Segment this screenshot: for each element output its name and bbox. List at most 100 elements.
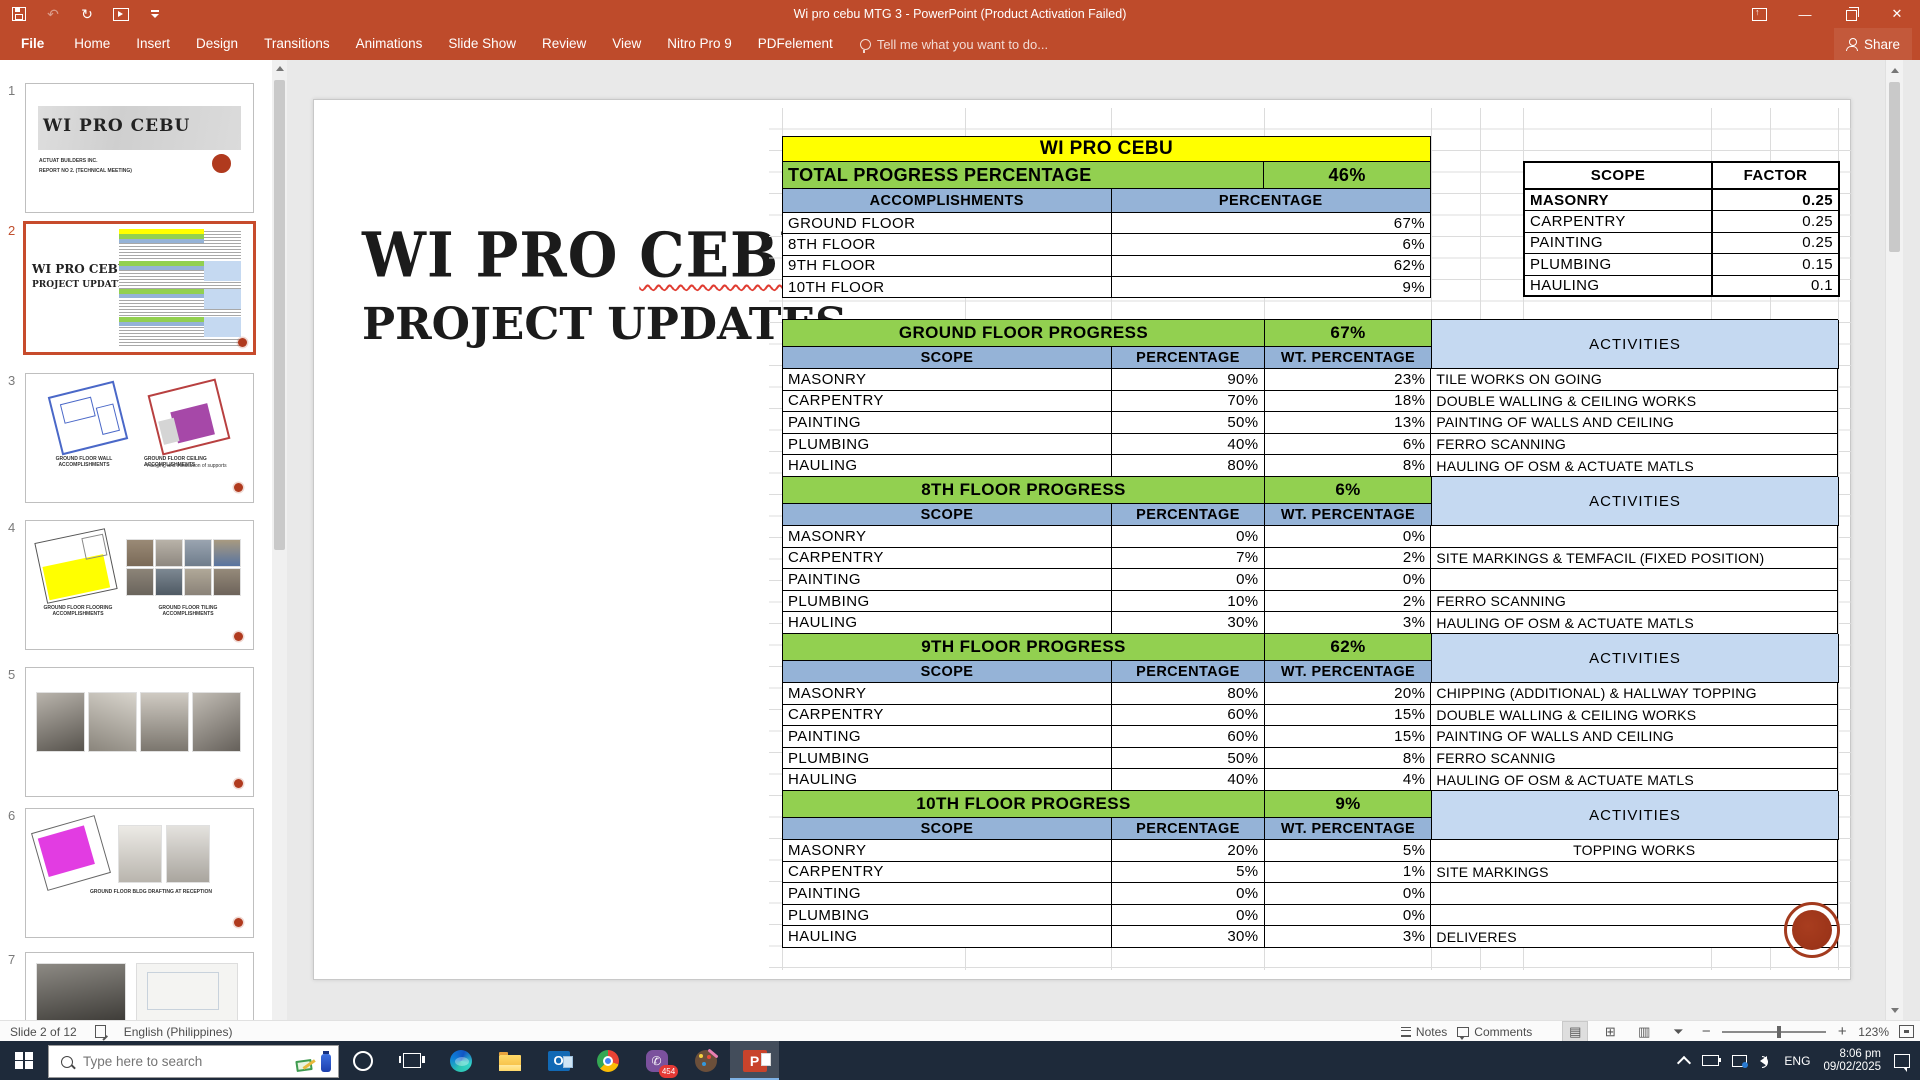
slideshow-view-button[interactable]: ⏷ — [1666, 1022, 1690, 1041]
thumbnail-slide-6[interactable]: GROUND FLOOR BLDG DRAFTING AT RECEPTION — [25, 808, 254, 938]
ribbon-display-options-icon[interactable] — [1736, 0, 1782, 28]
file-explorer-icon[interactable] — [485, 1041, 534, 1080]
tab-slide-show[interactable]: Slide Show — [435, 28, 529, 60]
floor-col-header: SCOPE — [783, 504, 1112, 526]
thumb3-caption1: GROUND FLOOR WALL ACCOMPLISHMENTS — [38, 456, 130, 468]
floor-plan-light — [136, 963, 238, 1020]
summary-col-header: PERCENTAGE — [1112, 189, 1432, 213]
scrollbar-thumb[interactable] — [274, 80, 285, 550]
stamp-icon — [234, 779, 243, 788]
minimize-icon[interactable]: — — [1782, 0, 1828, 28]
floor-col-header: WT. PERCENTAGE — [1265, 504, 1432, 526]
pct-cell: 0% — [1112, 905, 1265, 927]
floor-col-header: PERCENTAGE — [1112, 347, 1265, 369]
scroll-up-icon[interactable] — [272, 60, 287, 76]
thumbnail-slide-1[interactable]: WI PRO CEBU ACTUAT BUILDERS INC. REPORT … — [25, 83, 254, 213]
share-person-icon — [1846, 38, 1858, 50]
cortana-icon[interactable] — [338, 1041, 387, 1080]
normal-view-button[interactable]: ▤ — [1562, 1021, 1588, 1042]
floor-section-4[interactable]: 10TH FLOOR PROGRESS9%ACTIVITIESSCOPEPERC… — [782, 790, 1838, 948]
zoom-slider-thumb[interactable] — [1777, 1026, 1781, 1038]
tab-view[interactable]: View — [599, 28, 654, 60]
tab-pdfelement[interactable]: PDFelement — [745, 28, 846, 60]
floor-section-2[interactable]: 8TH FLOOR PROGRESS6%ACTIVITIESSCOPEPERCE… — [782, 476, 1838, 634]
factor-value-cell: 0.25 — [1713, 190, 1840, 211]
table-row: MASONRY80%20%CHIPPING (ADDITIONAL) & HAL… — [783, 683, 1838, 705]
tab-design[interactable]: Design — [183, 28, 251, 60]
wt-pct-cell: 2% — [1265, 548, 1432, 570]
stamp-icon — [234, 483, 243, 492]
tab-home[interactable]: Home — [61, 28, 123, 60]
tab-animations[interactable]: Animations — [343, 28, 436, 60]
table-row: 10TH FLOOR9% — [783, 277, 1431, 298]
task-view-icon[interactable] — [387, 1041, 436, 1080]
language-button[interactable]: English (Philippines) — [124, 1021, 233, 1042]
scroll-down-icon[interactable] — [1887, 1002, 1902, 1018]
zoom-slider[interactable] — [1722, 1031, 1826, 1033]
network-icon[interactable] — [1732, 1055, 1747, 1067]
chrome-icon[interactable] — [583, 1041, 632, 1080]
tab-transitions[interactable]: Transitions — [251, 28, 343, 60]
scrollbar-thumb[interactable] — [1889, 82, 1900, 252]
summary-table[interactable]: WI PRO CEBUTOTAL PROGRESS PERCENTAGE46%A… — [782, 136, 1431, 298]
paint-icon[interactable] — [681, 1041, 730, 1080]
taskbar-search[interactable] — [48, 1045, 339, 1078]
floor-section-1[interactable]: GROUND FLOOR PROGRESS67%ACTIVITIESSCOPEP… — [782, 319, 1838, 477]
activity-cell: FERRO SCANNING — [1431, 591, 1838, 613]
slide-thumbnail-panel: 1 WI PRO CEBU ACTUAT BUILDERS INC. REPOR… — [0, 60, 288, 1020]
thumbnail-slide-7[interactable] — [25, 952, 254, 1020]
slide-2-editing-area[interactable]: WI PRO CEBU PROJECT UPDATES WI PRO CEBUT… — [313, 99, 1851, 980]
clock[interactable]: 8:06 pm 09/02/2025 — [1823, 1048, 1881, 1074]
table-row: PLUMBING50%8%FERRO SCANNIG — [783, 748, 1838, 770]
reading-view-button[interactable]: ▥ — [1632, 1022, 1656, 1041]
floor-plan-ceiling — [148, 378, 231, 455]
floor-plan-blue — [48, 381, 128, 456]
slide-sorter-view-button[interactable]: ⊞ — [1598, 1022, 1622, 1041]
pct-cell: 0% — [1112, 883, 1265, 905]
thumb2-title2: PROJECT UPDATES — [32, 280, 131, 290]
thumbnail-scrollbar[interactable] — [272, 60, 287, 1020]
battery-icon[interactable] — [1702, 1055, 1719, 1066]
thumbnail-slide-2-selected[interactable]: WI PRO CEBU PROJECT UPDATES — [23, 221, 256, 355]
floor-section-3[interactable]: 9TH FLOOR PROGRESS62%ACTIVITIESSCOPEPERC… — [782, 633, 1838, 791]
thumbnail-slide-3[interactable]: GROUND FLOOR WALL ACCOMPLISHMENTS GROUND… — [25, 373, 254, 503]
scroll-up-icon[interactable] — [1887, 62, 1902, 78]
comments-button[interactable]: Comments — [1457, 1021, 1532, 1042]
notes-button[interactable]: Notes — [1401, 1021, 1447, 1042]
start-button[interactable] — [0, 1041, 48, 1080]
fit-slide-to-window-icon[interactable] — [1899, 1025, 1914, 1038]
slide-title-text[interactable]: WI PRO CEBU PROJECT UPDATES — [362, 218, 782, 356]
tab-review[interactable]: Review — [529, 28, 599, 60]
spellcheck-icon[interactable] — [95, 1021, 106, 1042]
outlook-icon[interactable]: O — [534, 1041, 583, 1080]
factor-table[interactable]: SCOPEFACTORMASONRY0.25CARPENTRY0.25PAINT… — [1523, 161, 1840, 297]
wt-pct-cell: 6% — [1265, 434, 1432, 456]
window-title: Wi pro cebu MTG 3 - PowerPoint (Product … — [0, 0, 1920, 28]
tab-file[interactable]: File — [4, 28, 61, 60]
thumbnail-slide-4[interactable]: GROUND FLOOR FLOORING ACCOMPLISHMENTS GR… — [25, 520, 254, 650]
slide-counter: Slide 2 of 12 — [10, 1021, 77, 1042]
close-icon[interactable]: ✕ — [1874, 0, 1920, 28]
tray-chevron-icon[interactable] — [1677, 1055, 1691, 1069]
edge-icon[interactable] — [436, 1041, 485, 1080]
zoom-in-button[interactable]: + — [1836, 1023, 1848, 1040]
zoom-level[interactable]: 123% — [1858, 1021, 1889, 1042]
viber-icon[interactable]: ✆ 454 — [632, 1041, 681, 1080]
share-button[interactable]: Share — [1834, 28, 1912, 60]
zoom-out-button[interactable]: − — [1700, 1023, 1712, 1040]
wt-pct-cell: 3% — [1265, 926, 1432, 948]
thumbnail-slide-5[interactable] — [25, 667, 254, 797]
volume-icon[interactable] — [1760, 1056, 1767, 1066]
restore-icon[interactable] — [1828, 0, 1874, 28]
wt-pct-cell: 5% — [1265, 840, 1432, 862]
language-indicator[interactable]: ENG — [1784, 1054, 1810, 1068]
tell-me-box[interactable]: Tell me what you want to do... — [860, 37, 1048, 52]
slide-area-scrollbar[interactable] — [1885, 60, 1903, 1020]
scope-cell: HAULING — [783, 769, 1112, 791]
powerpoint-taskbar-icon[interactable]: P — [730, 1041, 779, 1080]
tab-nitro-pro-9[interactable]: Nitro Pro 9 — [654, 28, 745, 60]
red-stamp[interactable] — [1784, 902, 1840, 958]
action-center-icon[interactable] — [1894, 1054, 1910, 1068]
tab-insert[interactable]: Insert — [123, 28, 183, 60]
search-input[interactable] — [81, 1053, 275, 1070]
